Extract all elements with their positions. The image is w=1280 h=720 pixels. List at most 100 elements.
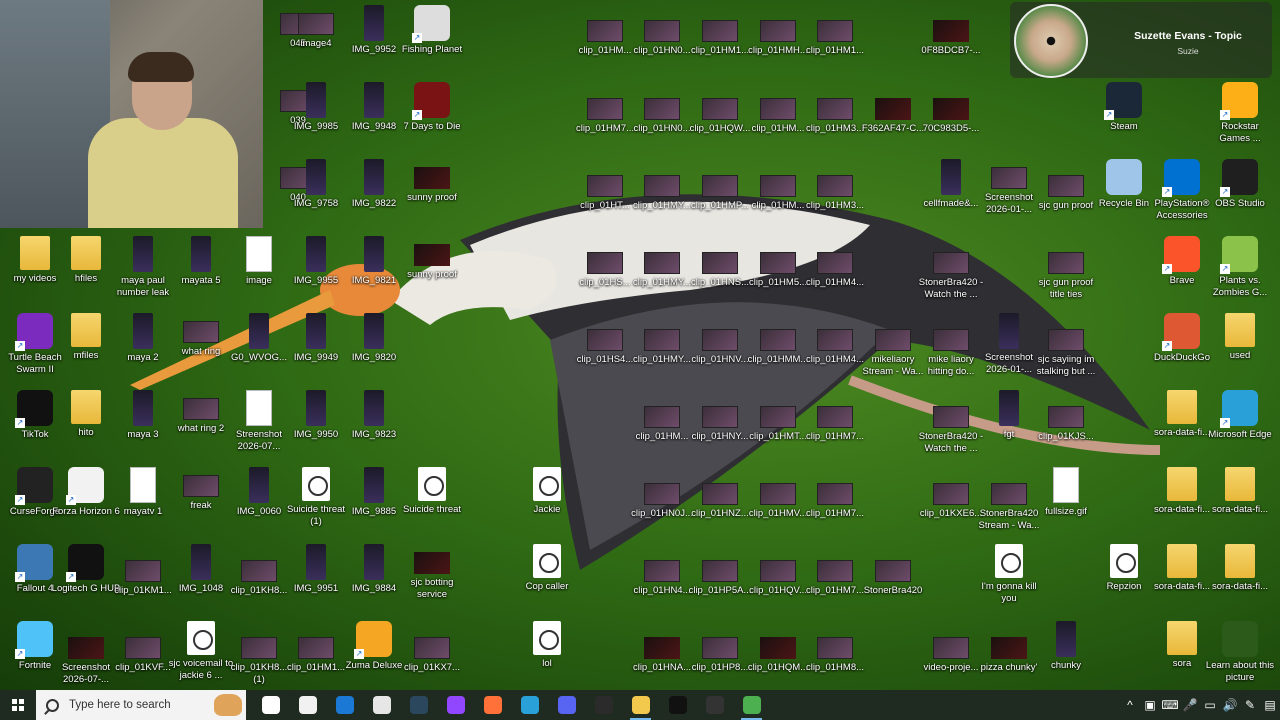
image-file-icon: [991, 167, 1027, 189]
taskbar-search-box[interactable]: Type here to search: [36, 690, 246, 720]
start-button[interactable]: [0, 690, 36, 720]
desktop-item[interactable]: Cop caller: [512, 544, 582, 593]
desktop-item-label: maya 2: [127, 352, 159, 363]
desktop-item[interactable]: Learn about this picture: [1205, 621, 1275, 684]
desktop-item-label: clip_01HNA...: [632, 662, 692, 673]
taskbar-app-button[interactable]: [437, 690, 474, 720]
desktop-item[interactable]: clip_01KX7...: [397, 629, 467, 674]
image-file-icon: [364, 5, 384, 41]
taskbar-app-button[interactable]: [252, 690, 289, 720]
desktop-item-label: cellfmade&...: [923, 198, 979, 209]
desktop-item-label: maya 3: [127, 429, 159, 440]
desktop-item[interactable]: sjc sayiing im stalking but ...: [1031, 321, 1101, 378]
image-file-icon: [306, 544, 326, 580]
tray-icon[interactable]: ^: [1120, 698, 1140, 712]
video-file-icon: [587, 329, 623, 351]
tray-icon[interactable]: ⌨: [1160, 698, 1180, 712]
taskbar-app-button[interactable]: [659, 690, 696, 720]
taskbar-app-button[interactable]: [363, 690, 400, 720]
tray-icon[interactable]: ✎: [1240, 698, 1260, 712]
desktop-item[interactable]: clip_01KJS...: [1031, 398, 1101, 443]
desktop-item[interactable]: lol: [512, 621, 582, 670]
desktop-item[interactable]: clip_01HM7...: [800, 398, 870, 443]
desktop-item-label: IMG_0060: [236, 506, 282, 517]
desktop-item[interactable]: clip_01HM4...: [800, 244, 870, 289]
desktop-item-label: clip_01HS4...: [576, 354, 634, 365]
logitech-g-hub-icon: [66, 544, 104, 582]
video-file-icon: [817, 637, 853, 659]
desktop-item[interactable]: OBS Studio: [1205, 159, 1275, 210]
desktop-item[interactable]: Jackie: [512, 467, 582, 516]
folder-icon: [20, 236, 50, 270]
windows-logo-icon: [12, 699, 24, 711]
desktop-item-label: IMG_9885: [351, 506, 397, 517]
desktop-item[interactable]: Fishing Planet: [397, 5, 467, 56]
desktop-item[interactable]: StonerBra420 - Watch the ...: [916, 244, 986, 301]
taskbar-app-button[interactable]: [585, 690, 622, 720]
desktop-item[interactable]: sunny proof: [397, 236, 467, 281]
image-file-icon: [414, 552, 450, 574]
taskbar-app-button[interactable]: [733, 690, 770, 720]
desktop-item[interactable]: chunky: [1031, 621, 1101, 672]
video-file-icon: [933, 483, 969, 505]
desktop-item[interactable]: sjc gun proof title ties: [1031, 244, 1101, 301]
desktop-item-label: Microsoft Edge: [1208, 429, 1272, 440]
desktop-item-label: Fishing Planet: [401, 44, 463, 55]
taskbar-app-button[interactable]: [696, 690, 733, 720]
desktop-item-label: clip_01HP5A...: [688, 585, 752, 596]
file-explorer-icon: [631, 696, 650, 714]
desktop-item[interactable]: sora-data-fi...: [1205, 544, 1275, 593]
desktop-item[interactable]: sjc botting service: [397, 544, 467, 601]
taskbar-app-button[interactable]: [511, 690, 548, 720]
desktop-item[interactable]: Steam: [1089, 82, 1159, 133]
desktop-item-label: Screenshot 2026-07-...: [61, 662, 111, 685]
desktop-item[interactable]: clip_01HM8...: [800, 629, 870, 674]
desktop-item-label: freak: [190, 500, 212, 511]
turtle-beach-icon: [15, 313, 53, 351]
desktop-item[interactable]: Suicide threat: [397, 467, 467, 516]
taskbar-app-button[interactable]: [326, 690, 363, 720]
video-file-icon: [933, 252, 969, 274]
image-file-icon: [68, 637, 104, 659]
desktop-item[interactable]: clip_01HM7...: [800, 475, 870, 520]
now-playing-overlay[interactable]: Suzette Evans - Topic Suzie: [1010, 2, 1272, 78]
desktop-item[interactable]: 0F8BDCB7-...: [916, 12, 986, 57]
tray-icon[interactable]: 🔊: [1220, 698, 1240, 712]
image-file-icon: [191, 236, 211, 272]
desktop-item[interactable]: Rockstar Games ...: [1205, 82, 1275, 145]
desktop-item[interactable]: IMG_9823: [339, 390, 409, 441]
video-file-icon: [702, 406, 738, 428]
tiktok-icon: [668, 696, 687, 714]
desktop-item[interactable]: clip_01HM1...: [800, 12, 870, 57]
taskbar-app-button[interactable]: [400, 690, 437, 720]
desktop-item[interactable]: Microsoft Edge: [1205, 390, 1275, 441]
tray-icon[interactable]: ▣: [1140, 698, 1160, 712]
desktop-item[interactable]: clip_01HM3...: [800, 167, 870, 212]
tray-icon[interactable]: 🎤: [1180, 698, 1200, 712]
desktop-item[interactable]: Plants vs. Zombies G...: [1205, 236, 1275, 299]
desktop-item[interactable]: fullsize.gif: [1031, 467, 1101, 518]
video-file-icon: [1048, 406, 1084, 428]
desktop-item[interactable]: 70C983D5-...: [916, 90, 986, 135]
desktop-item[interactable]: sunny proof: [397, 159, 467, 204]
tray-icon[interactable]: ▤: [1260, 698, 1280, 712]
desktop-item-label: fullsize.gif: [1045, 506, 1087, 517]
desktop-item-label: clip_01KH8...: [230, 585, 288, 596]
taskbar-app-button[interactable]: [474, 690, 511, 720]
desktop-item[interactable]: I'm gonna kill you: [974, 544, 1044, 605]
tray-icon[interactable]: ▭: [1200, 698, 1220, 712]
desktop-item-label: clip_01HM...: [751, 200, 805, 211]
desktop-item[interactable]: StonerBra420: [858, 552, 928, 597]
desktop-item[interactable]: sora-data-fi...: [1205, 467, 1275, 516]
video-file-icon: [644, 175, 680, 197]
desktop-item-label: image: [246, 275, 272, 286]
taskbar-app-button[interactable]: [289, 690, 326, 720]
desktop-item[interactable]: used: [1205, 313, 1275, 362]
desktop-item[interactable]: IMG_9820: [339, 313, 409, 364]
taskbar-app-button[interactable]: [622, 690, 659, 720]
desktop-item-label: Cop caller: [525, 581, 569, 592]
taskbar-app-button[interactable]: [548, 690, 585, 720]
desktop-item-label: clip_01HN0...: [633, 45, 691, 56]
desktop-item[interactable]: 7 Days to Die: [397, 82, 467, 133]
desktop-item-label: IMG_9822: [351, 198, 397, 209]
